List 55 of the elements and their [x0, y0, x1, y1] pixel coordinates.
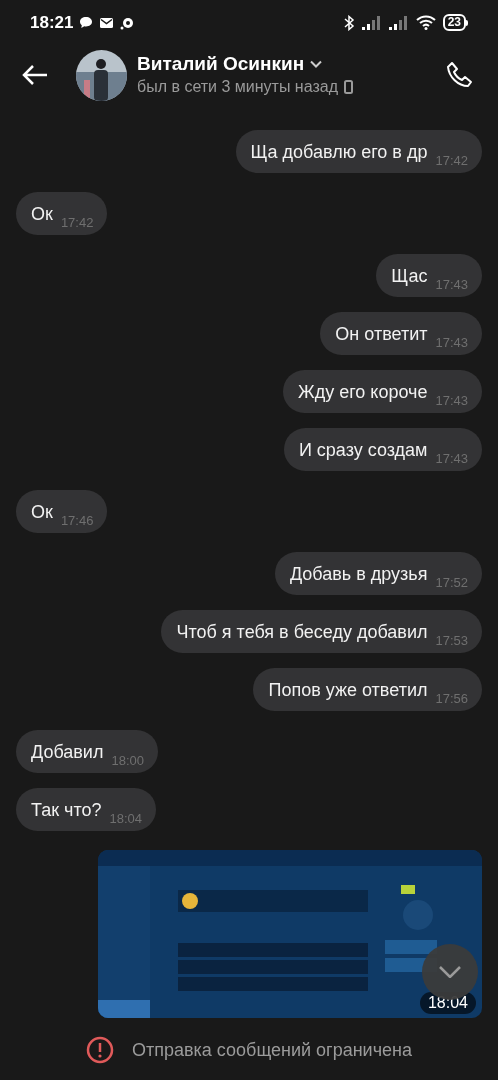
message-time: 17:46	[60, 514, 94, 528]
notification-icon	[120, 15, 136, 30]
message-text: Добавил	[31, 741, 104, 764]
signal-icon	[361, 15, 382, 30]
message-time: 17:43	[435, 336, 468, 350]
message-text: Так что?	[31, 799, 102, 822]
message-time: 17:43	[435, 394, 468, 408]
outgoing-message-bubble[interactable]: Ща добавлю его в др 17:42	[235, 130, 482, 173]
battery-icon: 23	[442, 14, 468, 31]
message-time: 18:04	[109, 812, 143, 826]
message-time: 18:00	[111, 754, 144, 768]
message-text: Он ответит	[335, 323, 428, 346]
outgoing-message-bubble[interactable]: Он ответит 17:43	[320, 312, 482, 355]
message-time: 17:56	[435, 692, 468, 706]
phone-device-icon	[344, 80, 353, 94]
phone-call-icon[interactable]	[446, 61, 474, 89]
incoming-message-bubble[interactable]: Так что? 18:04	[16, 788, 157, 831]
outgoing-message-bubble[interactable]: Чтоб я тебя в беседу добавил 17:53	[161, 610, 482, 653]
message-text: Щас	[391, 265, 428, 288]
status-time: 18:21	[30, 11, 74, 34]
message-time: 17:43	[435, 278, 468, 292]
outgoing-message-bubble[interactable]: Добавь в друзья 17:52	[274, 552, 482, 595]
message-time: 17:42	[60, 216, 94, 230]
chat-icon	[79, 16, 94, 29]
message-text: И сразу создам	[298, 439, 428, 462]
contact-name[interactable]: Виталий Осинкин	[137, 52, 305, 76]
incoming-message-bubble[interactable]: Добавил 18:00	[16, 730, 158, 773]
chevron-down-icon[interactable]	[310, 60, 323, 68]
message-text: Ок	[31, 203, 53, 226]
message-time: 17:42	[435, 154, 468, 168]
message-text: Попов уже ответил	[268, 679, 428, 702]
avatar[interactable]	[76, 49, 127, 101]
signal-icon	[388, 15, 409, 30]
message-time: 17:52	[435, 576, 468, 590]
message-text: Чтоб я тебя в беседу добавил	[176, 621, 428, 644]
wifi-icon	[415, 15, 436, 30]
incoming-message-bubble[interactable]: Ок 17:42	[16, 192, 108, 235]
outgoing-message-bubble[interactable]: Жду его короче 17:43	[283, 370, 482, 413]
warning-icon	[86, 1036, 114, 1064]
chevron-down-icon	[439, 966, 461, 978]
outgoing-message-bubble[interactable]: И сразу создам 17:43	[283, 428, 482, 471]
message-time: 17:53	[435, 634, 468, 648]
back-arrow-icon[interactable]	[22, 64, 48, 86]
message-time: 17:43	[435, 452, 468, 466]
mail-icon	[99, 16, 115, 29]
last-seen-status: был в сети 3 минуты назад	[137, 77, 338, 97]
message-text: Добавь в друзья	[289, 563, 428, 586]
message-text: Ок	[31, 501, 53, 524]
message-text: Ща добавлю его в др	[250, 141, 428, 164]
outgoing-message-bubble[interactable]: Щас 17:43	[376, 254, 482, 297]
incoming-message-bubble[interactable]: Ок 17:46	[16, 490, 108, 533]
bluetooth-icon	[343, 14, 355, 31]
notice-text: Отправка сообщений ограничена	[132, 1038, 412, 1062]
message-text: Жду его короче	[298, 381, 428, 404]
outgoing-message-bubble[interactable]: Попов уже ответил 17:56	[253, 668, 482, 711]
